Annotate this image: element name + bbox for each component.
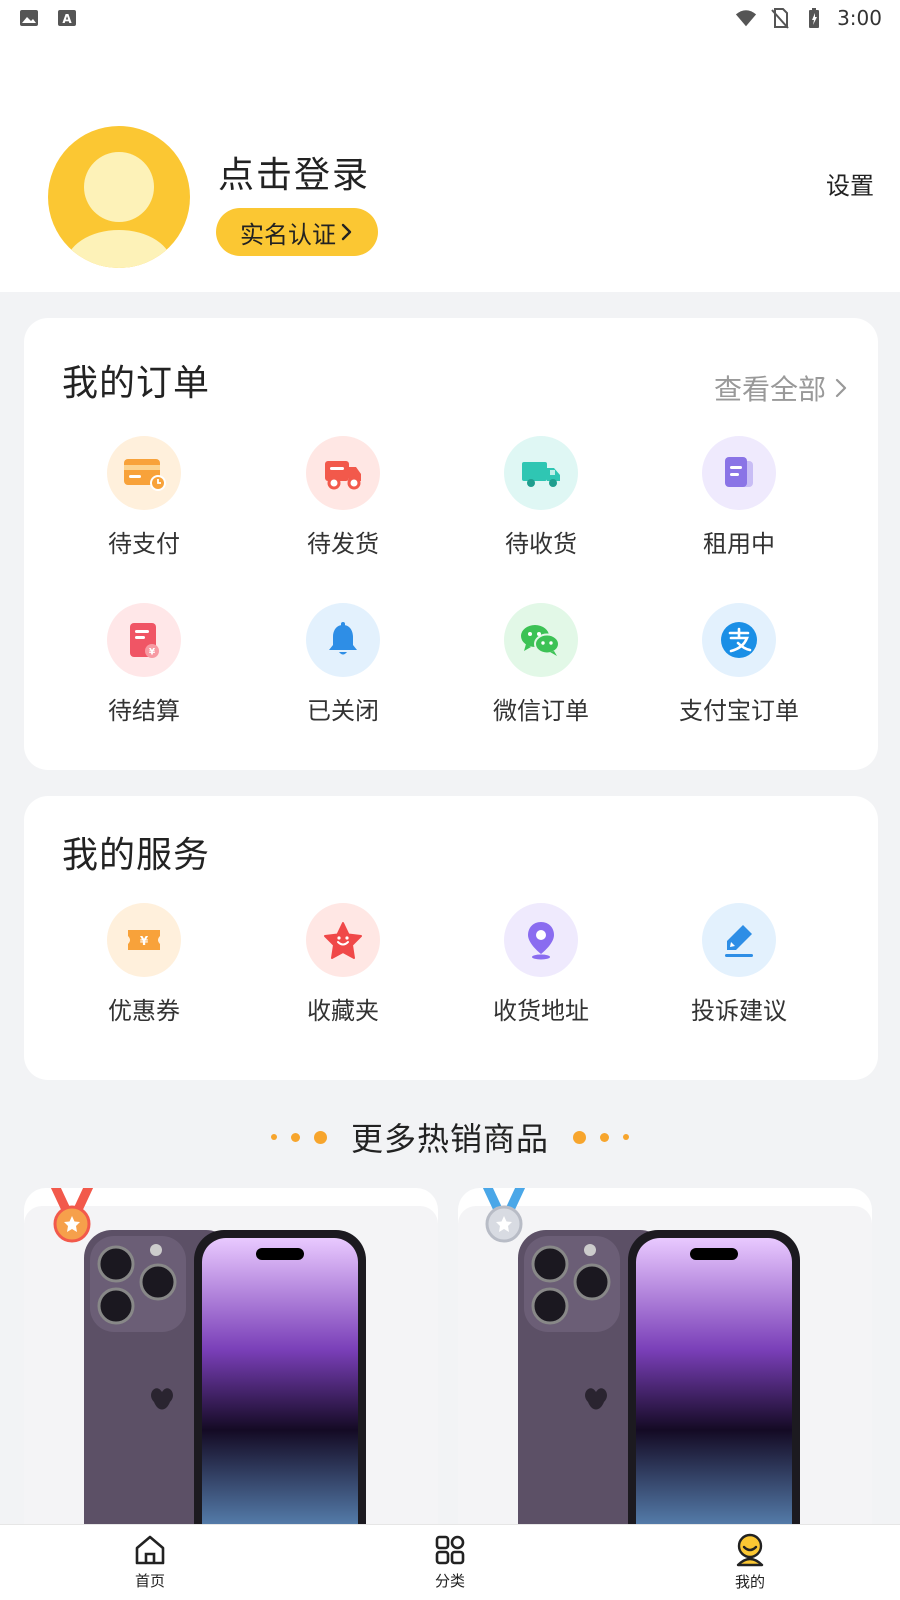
service-feedback[interactable]: 投诉建议 — [639, 903, 839, 1026]
tab-label: 我的 — [734, 1573, 765, 1591]
service-item-label: 收货地址 — [493, 997, 589, 1025]
view-all-orders-button[interactable]: 查看全部 — [714, 368, 848, 408]
settings-button[interactable]: 设置 — [826, 166, 874, 201]
order-alipay[interactable]: 支付宝订单 — [639, 603, 839, 726]
profile-header: 点击登录 实名认证 设置 — [0, 36, 900, 292]
location-pin-icon — [504, 903, 578, 977]
decorative-dots-left — [270, 1130, 327, 1144]
edit-pen-icon — [702, 903, 776, 977]
grid-icon — [435, 1535, 465, 1565]
bottom-tab-bar: 首页 分类 我的 — [0, 1524, 900, 1600]
chevron-right-icon — [341, 223, 352, 241]
status-time: 3:00 — [837, 6, 882, 30]
order-wechat[interactable]: 微信订单 — [441, 603, 641, 726]
service-item-label: 优惠券 — [108, 997, 180, 1025]
alipay-icon — [702, 603, 776, 677]
image-notification-icon — [20, 10, 38, 26]
silver-medal-icon — [482, 1188, 526, 1243]
product-card[interactable] — [458, 1188, 872, 1528]
order-item-label: 待支付 — [108, 530, 180, 558]
orders-title: 我的订单 — [62, 363, 211, 404]
order-item-label: 待收货 — [505, 530, 577, 558]
order-renting[interactable]: 租用中 — [639, 436, 839, 559]
verify-identity-button[interactable]: 实名认证 — [216, 208, 378, 256]
coupon-icon: ¥ — [107, 903, 181, 977]
hot-products-title: 更多热销商品 — [350, 1120, 549, 1158]
truck-icon — [306, 436, 380, 510]
battery-charging-icon — [809, 8, 820, 28]
chevron-right-icon — [835, 378, 847, 398]
service-item-label: 投诉建议 — [691, 997, 787, 1025]
service-address[interactable]: 收货地址 — [441, 903, 641, 1026]
svg-text:¥: ¥ — [140, 934, 149, 948]
hot-products-header: 更多热销商品 — [0, 1114, 900, 1160]
wechat-icon — [504, 603, 578, 677]
tab-category[interactable]: 分类 — [300, 1525, 600, 1600]
tab-home[interactable]: 首页 — [0, 1525, 300, 1600]
svg-text:A: A — [62, 12, 72, 26]
product-image[interactable] — [458, 1206, 872, 1528]
order-item-label: 支付宝订单 — [679, 697, 799, 725]
document-icon — [702, 436, 776, 510]
home-icon — [135, 1535, 165, 1565]
product-card[interactable] — [24, 1188, 438, 1528]
login-prompt[interactable]: 点击登录 — [218, 146, 370, 198]
view-all-label: 查看全部 — [713, 373, 826, 406]
verify-label: 实名认证 — [240, 220, 336, 249]
order-item-label: 待发货 — [307, 530, 379, 558]
star-icon — [306, 903, 380, 977]
tab-label: 分类 — [434, 1572, 465, 1590]
decorative-dots-right — [573, 1130, 629, 1144]
order-item-label: 待结算 — [108, 697, 180, 725]
order-item-label: 微信订单 — [493, 697, 589, 725]
order-closed[interactable]: 已关闭 — [243, 603, 443, 726]
order-item-label: 已关闭 — [307, 697, 379, 725]
tab-mine[interactable]: 我的 — [600, 1525, 900, 1600]
no-sim-icon — [771, 8, 789, 29]
svg-text:¥: ¥ — [149, 648, 156, 658]
bill-icon: ¥ — [107, 603, 181, 677]
service-item-label: 收藏夹 — [307, 997, 379, 1025]
gold-medal-icon — [50, 1188, 94, 1243]
wifi-icon — [735, 10, 757, 27]
card-icon — [107, 436, 181, 510]
service-favorites[interactable]: 收藏夹 — [243, 903, 443, 1026]
services-title: 我的服务 — [62, 835, 211, 876]
orders-card: 我的订单 查看全部 待支付 待发货 待收货 租用中 ¥ 待结算 已关闭 微信订单… — [24, 318, 878, 770]
product-image[interactable] — [24, 1206, 438, 1528]
order-pending-shipment[interactable]: 待发货 — [243, 436, 443, 559]
font-notification-icon: A — [58, 10, 76, 26]
bell-icon — [306, 603, 380, 677]
order-pending-receipt[interactable]: 待收货 — [441, 436, 641, 559]
status-bar: A 3:00 — [0, 0, 900, 36]
services-card: 我的服务 ¥ 优惠券 收藏夹 收货地址 投诉建议 — [24, 796, 878, 1080]
order-pending-payment[interactable]: 待支付 — [44, 436, 244, 559]
avatar[interactable] — [48, 126, 190, 268]
order-pending-settlement[interactable]: ¥ 待结算 — [44, 603, 244, 726]
tab-label: 首页 — [134, 1572, 165, 1590]
order-item-label: 租用中 — [703, 530, 775, 558]
profile-icon — [736, 1533, 764, 1567]
service-coupons[interactable]: ¥ 优惠券 — [44, 903, 244, 1026]
delivery-truck-icon — [504, 436, 578, 510]
